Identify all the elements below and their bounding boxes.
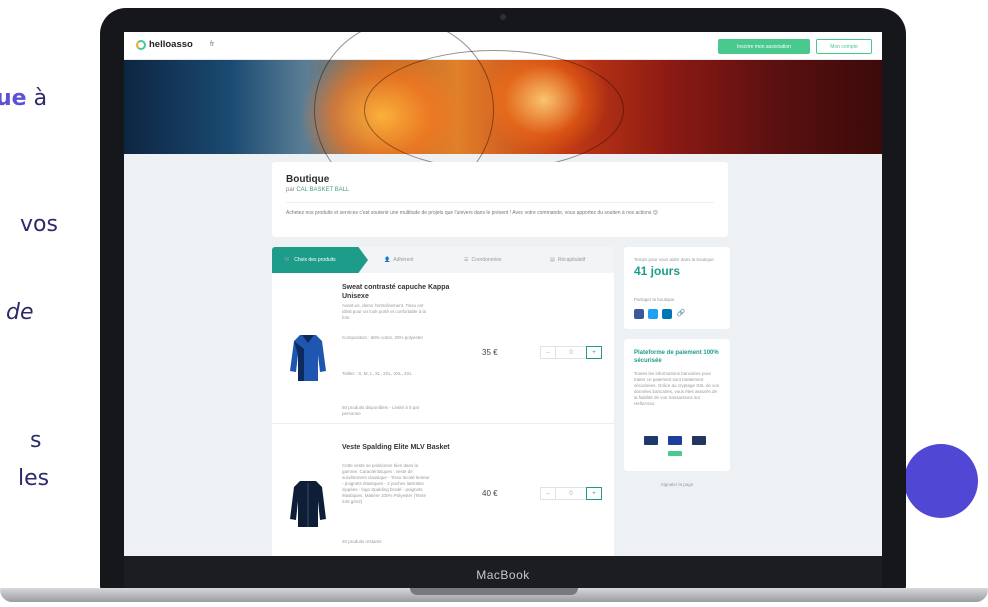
tab-summary[interactable]: ▤ Récapitulatif xyxy=(550,247,585,273)
decrease-quantity-button[interactable]: – xyxy=(540,487,556,500)
product-price: 40 € xyxy=(482,489,498,498)
facebook-icon[interactable] xyxy=(634,309,644,319)
visa-card-icon xyxy=(668,436,682,445)
hero-banner-image xyxy=(124,32,882,200)
shop-info-card: Temps pour vous aider dans la boutique 4… xyxy=(624,247,730,329)
tab-member[interactable]: 👤 Adhérent xyxy=(384,247,414,273)
my-account-button[interactable]: Mon compte xyxy=(816,39,872,54)
increase-quantity-button[interactable]: + xyxy=(586,487,602,500)
product-stock-note: 20 produits restants xyxy=(342,539,382,544)
secure-payment-text: Toutes les informations bancaires pour t… xyxy=(634,371,720,406)
laptop-screen: helloasso fr Inscrire mon association Mo… xyxy=(124,32,882,556)
tab-products[interactable]: 🛒 Choix des produits xyxy=(272,247,368,273)
product-price: 35 € xyxy=(482,348,498,357)
helloasso-pay-icon xyxy=(668,451,682,456)
product-description: Cette veste se positionne bien dans la g… xyxy=(342,463,430,504)
organizer-link[interactable]: CAL BASKET BALL xyxy=(296,187,349,193)
shop-header-card: Boutique par CAL BASKET BALL Achetez nos… xyxy=(272,162,728,237)
divider xyxy=(286,202,714,203)
quantity-stepper: – 0 + xyxy=(540,487,602,500)
product-image-jacket[interactable] xyxy=(288,479,328,529)
checkout-steps: 🛒 Choix des produits 👤 Adhérent ☰ Coordonné… xyxy=(272,247,614,273)
product-title: Veste Spalding Elite MLV Basket xyxy=(342,444,450,451)
stage: ue à vos de s les MacBook helloasso fr I… xyxy=(0,0,988,607)
cb-card-icon xyxy=(644,436,658,445)
user-icon: 👤 xyxy=(384,257,391,263)
camera-dot xyxy=(500,14,506,20)
product-stock-note: 50 produits disponibles - Limité à 5 par… xyxy=(342,405,420,416)
secure-payment-title: Plateforme de paiement 100% sécurisée xyxy=(634,350,719,364)
remaining-days-value: 41 jours xyxy=(634,264,681,278)
cart-icon: 🛒 xyxy=(284,257,291,263)
logo-mark-icon xyxy=(136,39,146,50)
side-text-line-1: ue à xyxy=(0,86,48,111)
helloasso-logo[interactable]: helloasso xyxy=(136,39,193,50)
register-association-button[interactable]: Inscrire mon association xyxy=(718,39,810,54)
products-card: 🛒 Choix des produits 👤 Adhérent ☰ Coordonné… xyxy=(272,247,614,556)
shop-description: Achetez nos produits et services c'est s… xyxy=(286,210,658,216)
product-composition: Composition : 68% coton, 20% polyester xyxy=(342,335,424,340)
remaining-time-label: Temps pour vous aider dans la boutique xyxy=(634,257,714,262)
side-text-line-3: de xyxy=(6,300,34,325)
report-page-link[interactable]: Signaler la page xyxy=(624,482,730,487)
secure-payment-card: Plateforme de paiement 100% sécurisée To… xyxy=(624,339,730,471)
side-marketing-text: ue à vos de s les xyxy=(0,0,110,607)
decorative-circle xyxy=(904,444,978,518)
list-icon: ☰ xyxy=(464,257,469,263)
product-title: Sweat contrasté capuche Kappa Unisexe xyxy=(342,284,450,300)
side-text-line-4: s xyxy=(30,428,42,453)
product-image-hoodie[interactable] xyxy=(288,331,328,383)
ball-seam-line xyxy=(364,50,624,170)
product-sizes: Tailles : S, M, L, XL, 2XL, 3XL, 4XL xyxy=(342,371,413,376)
twitter-icon[interactable] xyxy=(648,309,658,319)
product-separator xyxy=(272,423,614,424)
side-text-line-5: les xyxy=(18,466,50,491)
shop-title: Boutique xyxy=(286,174,330,185)
share-label: Partager la boutique xyxy=(634,297,675,302)
logo-text: helloasso xyxy=(149,39,193,50)
shop-organizer: par CAL BASKET BALL xyxy=(286,187,350,193)
tab-contact[interactable]: ☰ Coordonnées xyxy=(464,247,502,273)
laptop-brand-label: MacBook xyxy=(476,568,530,582)
quantity-stepper: – 0 + xyxy=(540,346,602,359)
language-selector[interactable]: fr xyxy=(210,41,214,48)
decrease-quantity-button[interactable]: – xyxy=(540,346,556,359)
side-text-line-2: vos xyxy=(20,212,58,237)
laptop-base-notch xyxy=(410,588,578,595)
product-description: Avant-us, demo l'entraînement. Tissu est… xyxy=(342,303,427,320)
summary-icon: ▤ xyxy=(550,257,555,263)
link-icon[interactable]: 🔗 xyxy=(676,309,686,319)
quantity-field[interactable]: 0 xyxy=(556,487,586,500)
mastercard-icon xyxy=(692,436,706,445)
increase-quantity-button[interactable]: + xyxy=(586,346,602,359)
linkedin-icon[interactable] xyxy=(662,309,672,319)
quantity-field[interactable]: 0 xyxy=(556,346,586,359)
